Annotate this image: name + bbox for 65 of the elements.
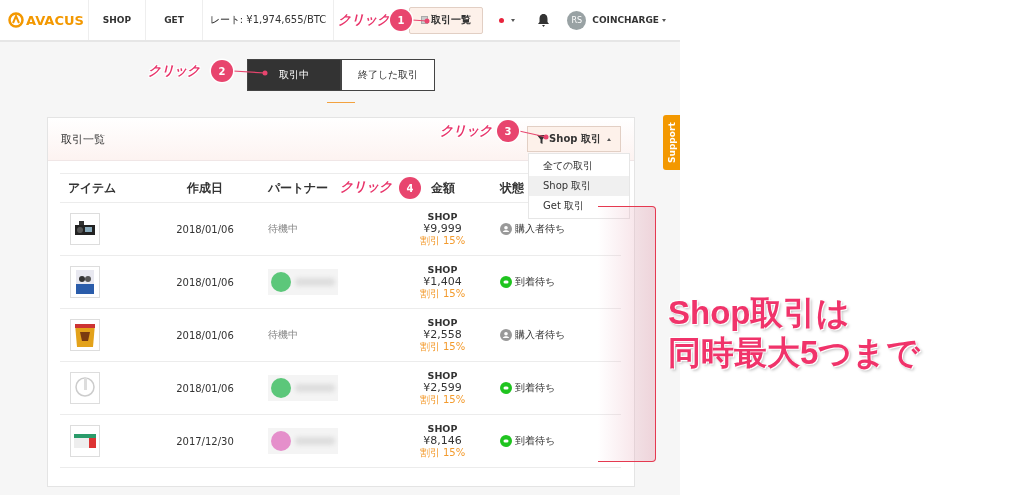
annotation-text: Shop取引は [668,293,852,333]
menu-item[interactable]: 全ての取引 [529,156,629,176]
logo-text: AVACUS [26,12,84,28]
status-icon [500,276,512,288]
tab[interactable]: 終了した取引 [340,59,435,91]
person-icon [500,329,512,341]
trade-type: SHOP [427,265,458,276]
rate-text: レート: ¥1,974,655/BTC [202,0,334,40]
discount: 割引 15% [419,287,466,299]
status-icon [500,435,512,447]
column-header: 作成日 [187,179,223,197]
leader-line [519,128,549,140]
menu-item[interactable]: Shop 取引 [529,176,629,196]
trade-type: SHOP [427,212,458,223]
status-text: 到着待ち [515,275,555,289]
user-menu[interactable]: COINCHARGE [592,15,666,25]
step-number: 2 [211,60,233,82]
trade-type: SHOP [427,424,458,435]
discount: 割引 15% [419,340,466,352]
status-text: 到着待ち [515,381,555,395]
notification-icon[interactable] [537,13,551,27]
nav-link[interactable]: GET [145,0,202,40]
column-header: 状態 [500,179,524,197]
annotation-label: クリック [338,11,390,29]
discount: 割引 15% [419,446,466,458]
step-number: 1 [390,9,412,31]
tab[interactable]: 取引中 [246,59,341,91]
date-cell-text: 2018/01/06 [175,382,235,394]
column-header: アイテム [67,179,116,197]
step-number: 3 [497,120,519,142]
price: ¥9,999 [423,222,462,235]
status-icon [500,382,512,394]
date-cell-text: 2017/12/30 [175,435,235,447]
card-title: 取引一覧 [61,131,105,147]
status-text: 購入者待ち [515,222,565,236]
trade-list-button[interactable]: 取引一覧 [409,6,484,34]
annotation-text: 同時最大5つまで [668,333,921,373]
logo-icon [8,12,24,28]
partner-cell: 待機中 [268,222,298,236]
person-icon [500,223,512,235]
discount: 割引 15% [419,393,466,405]
annotation-label: クリック [440,122,492,140]
date-cell-text: 2018/01/06 [175,223,235,235]
status-text: 到着待ち [515,434,555,448]
nav-link[interactable]: SHOP [88,0,145,40]
trade-type: SHOP [427,371,458,382]
date-cell-text: 2018/01/06 [175,329,235,341]
language-selector[interactable] [499,17,516,23]
partner-cell: 待機中 [268,328,298,342]
price: ¥2,558 [423,328,462,341]
price: ¥2,599 [423,381,462,394]
status-text: 購入者待ち [515,328,565,342]
leader-line [233,68,268,76]
price: ¥1,404 [423,275,462,288]
column-header: 金額 [430,179,455,197]
step-number: 4 [399,177,421,199]
discount: 割引 15% [419,234,466,246]
trade-type: SHOP [427,318,458,329]
price: ¥8,146 [423,434,462,447]
annotation-label: クリック [148,62,200,80]
filter-button[interactable]: Shop 取引 [527,126,621,152]
annotation-label: クリック [340,178,392,196]
column-header: パートナー [267,179,328,197]
date-cell-text: 2018/01/06 [175,276,235,288]
menu-item[interactable]: Get 取引 [529,196,629,216]
